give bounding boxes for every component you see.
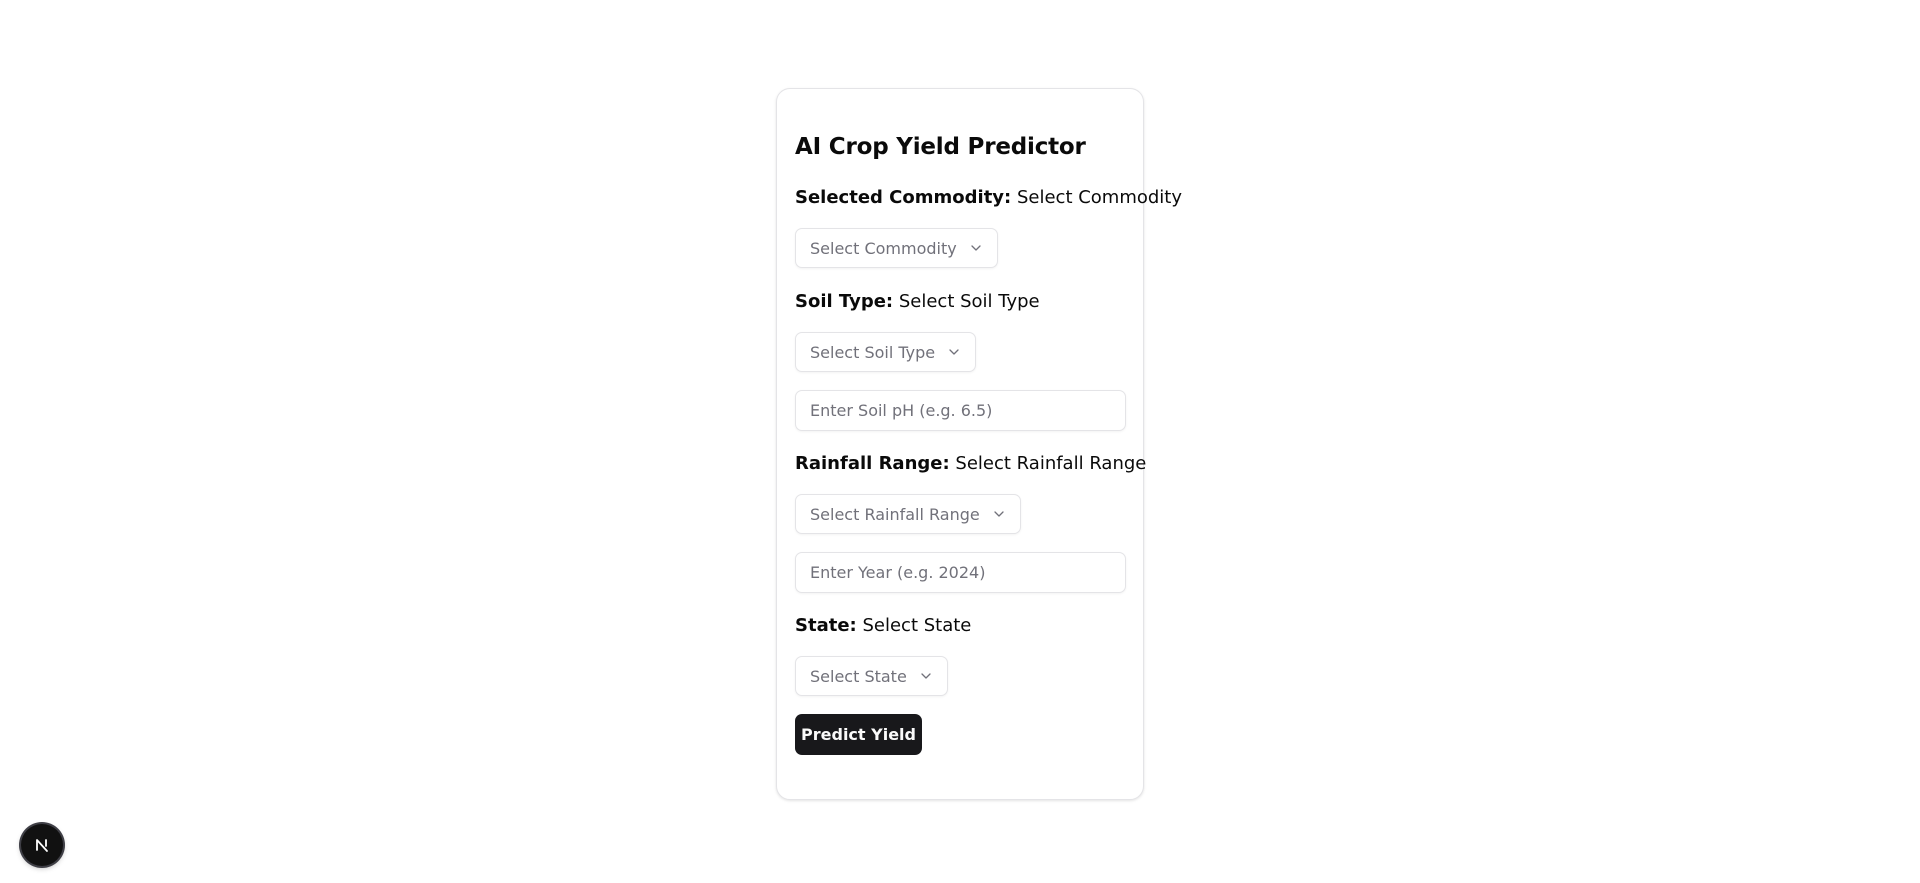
soil-type-select-placeholder: Select Soil Type <box>810 342 936 362</box>
rainfall-select[interactable]: Select Rainfall Range <box>795 494 1021 534</box>
soil-ph-input[interactable] <box>795 390 1126 431</box>
commodity-select[interactable]: Select Commodity <box>795 228 998 268</box>
soil-type-select[interactable]: Select Soil Type <box>795 332 977 372</box>
state-label-row: State: Select State <box>795 614 971 638</box>
commodity-value: Select Commodity <box>1016 187 1183 208</box>
commodity-select-placeholder: Select Commodity <box>810 238 957 258</box>
state-value: Select State <box>862 615 972 636</box>
rainfall-value: Select Rainfall Range <box>955 453 1147 474</box>
chevron-down-icon <box>947 345 961 359</box>
state-select[interactable]: Select State <box>795 656 948 696</box>
chevron-down-icon <box>992 507 1006 521</box>
nextjs-logo-icon <box>32 835 52 855</box>
state-label: State: <box>795 615 857 636</box>
predict-yield-button[interactable]: Predict Yield <box>795 714 922 755</box>
chevron-down-icon <box>919 669 933 683</box>
rainfall-select-placeholder: Select Rainfall Range <box>810 504 980 524</box>
year-input[interactable] <box>795 552 1126 593</box>
soil-type-label: Soil Type: <box>795 291 894 312</box>
state-select-placeholder: Select State <box>810 666 907 686</box>
rainfall-label-row: Rainfall Range: Select Rainfall Range <box>795 452 1146 476</box>
commodity-label-row: Selected Commodity: Select Commodity <box>795 186 1182 210</box>
commodity-label: Selected Commodity: <box>795 187 1012 208</box>
soil-type-label-row: Soil Type: Select Soil Type <box>795 290 1040 314</box>
page-title: AI Crop Yield Predictor <box>795 134 1086 160</box>
soil-type-value: Select Soil Type <box>898 291 1040 312</box>
rainfall-label: Rainfall Range: <box>795 453 950 474</box>
nextjs-dev-badge[interactable] <box>21 824 63 866</box>
chevron-down-icon <box>969 241 983 255</box>
